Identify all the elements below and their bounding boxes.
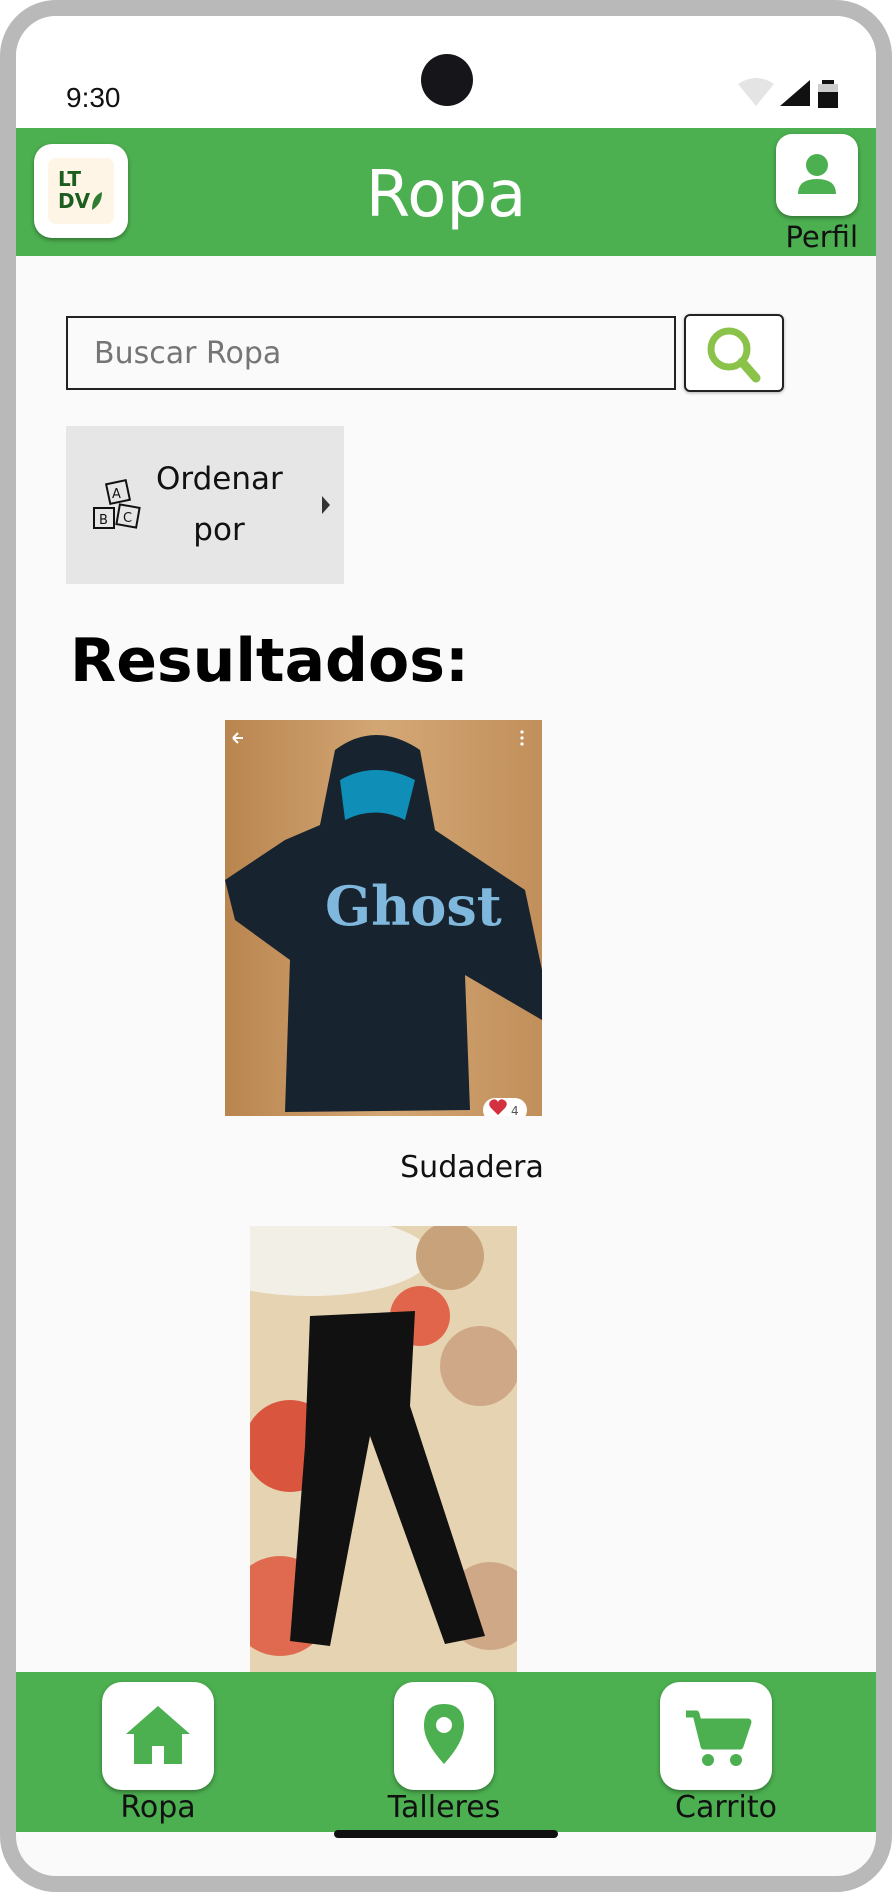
search-icon — [707, 327, 761, 383]
location-pin-icon — [424, 1704, 464, 1764]
nav-label-carrito: Carrito — [675, 1790, 777, 1825]
bottom-navigation: Ropa Talleres Carrito — [16, 1672, 876, 1832]
sort-button[interactable]: A B C Ordenar por — [66, 426, 344, 584]
signal-icon — [780, 80, 810, 106]
abc-blocks-icon: A B C — [93, 478, 141, 529]
app-header: LT DV Ropa Perfil — [16, 128, 876, 256]
system-icons — [738, 78, 838, 108]
hoodie-photo: Ghost 4 — [225, 720, 542, 1116]
home-indicator[interactable] — [334, 1830, 558, 1838]
product-image-hoodie[interactable]: Ghost 4 — [225, 720, 542, 1116]
caret-right-icon — [322, 496, 330, 514]
product-name: Sudadera — [400, 1150, 544, 1185]
profile-button[interactable] — [776, 134, 858, 216]
page-title: Ropa — [365, 158, 527, 232]
cart-icon — [686, 1710, 752, 1766]
nav-button-carrito[interactable] — [660, 1682, 772, 1790]
sort-label-line1: Ordenar — [156, 461, 283, 497]
product-image-pants[interactable] — [250, 1226, 517, 1688]
nav-button-ropa[interactable] — [102, 1682, 214, 1790]
wifi-icon — [738, 78, 774, 106]
phone-frame: 9:30 LT DV Ropa Perfil Buscar Ropa A B C… — [0, 0, 892, 1892]
svg-text:A: A — [112, 487, 121, 502]
likes-count: 4 — [511, 1104, 519, 1116]
home-icon — [126, 1706, 190, 1764]
search-button[interactable] — [684, 314, 784, 392]
sort-label: Ordenar por — [156, 454, 283, 556]
battery-icon — [818, 80, 838, 108]
user-icon — [798, 154, 836, 194]
status-bar: 9:30 — [16, 16, 876, 128]
status-time: 9:30 — [66, 82, 121, 113]
profile-label: Perfil — [785, 220, 858, 254]
svg-text:C: C — [123, 511, 132, 526]
sort-label-line2: por — [193, 512, 245, 548]
results-heading: Resultados: — [70, 626, 469, 696]
nav-button-talleres[interactable] — [394, 1682, 494, 1790]
nav-label-ropa: Ropa — [120, 1790, 196, 1825]
pants-photo — [250, 1226, 517, 1688]
camera-cutout — [421, 54, 473, 106]
svg-text:B: B — [99, 513, 108, 528]
hoodie-print-text: Ghost — [325, 874, 502, 938]
nav-label-talleres: Talleres — [387, 1790, 501, 1825]
search-input[interactable] — [66, 316, 676, 390]
